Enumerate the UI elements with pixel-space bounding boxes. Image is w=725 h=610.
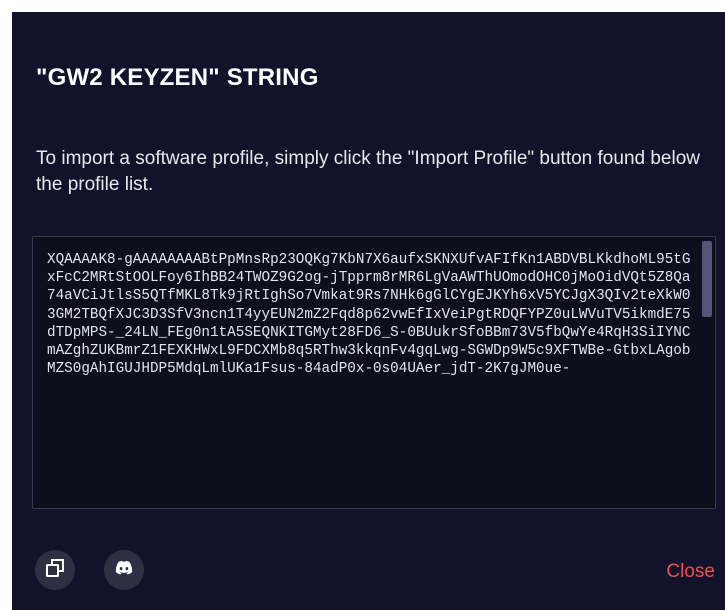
key-string-text[interactable]: XQAAAAK8-gAAAAAAAABtPpMnsRp23OQKg7KbN7X6… xyxy=(47,251,699,507)
scrollbar-thumb[interactable] xyxy=(702,241,712,317)
close-button[interactable]: Close xyxy=(666,561,715,583)
key-string-dialog: "GW2 KEYZEN" STRING To import a software… xyxy=(12,12,725,610)
discord-button[interactable] xyxy=(104,550,144,590)
dialog-description: To import a software profile, simply cli… xyxy=(36,148,700,195)
copy-button[interactable] xyxy=(35,550,75,590)
key-string-textarea[interactable]: XQAAAAK8-gAAAAAAAABtPpMnsRp23OQKg7KbN7X6… xyxy=(32,236,716,509)
copy-icon xyxy=(44,557,66,584)
discord-icon xyxy=(114,560,134,581)
dialog-title: "GW2 KEYZEN" STRING xyxy=(36,64,319,91)
scrollbar[interactable] xyxy=(702,241,712,505)
